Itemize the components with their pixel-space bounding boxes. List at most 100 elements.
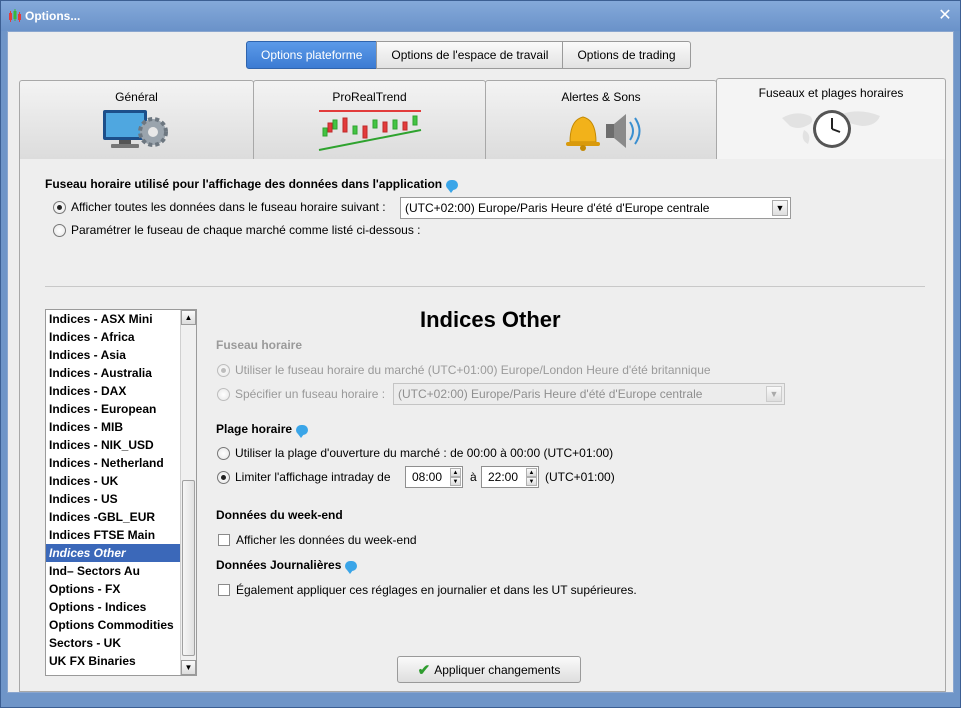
timezone-section-title-text: Fuseau horaire utilisé pour l'affichage … xyxy=(45,177,443,191)
help-bubble-icon[interactable] xyxy=(296,424,309,438)
market-list-item[interactable]: Ind– Sectors Au xyxy=(46,562,196,580)
dialog-client: Options plateforme Options de l'espace d… xyxy=(7,31,954,693)
tab-options-trading[interactable]: Options de trading xyxy=(562,41,691,69)
market-list[interactable]: Indices - ASX Mini Indices - Africa Indice… xyxy=(45,309,197,676)
option-fuseau-specify-label: Spécifier un fuseau horaire : xyxy=(235,387,386,401)
checkmark-icon: ✔ xyxy=(417,661,431,679)
tab-fuseaux-plages[interactable]: Fuseaux et plages horaires xyxy=(716,78,946,160)
tab-fuseaux-plages-label: Fuseaux et plages horaires xyxy=(758,86,904,100)
scroll-thumb[interactable] xyxy=(182,480,195,656)
market-list-item[interactable]: Indices - MIB xyxy=(46,418,196,436)
option-each-market-label: Paramétrer le fuseau de chaque marché co… xyxy=(71,223,421,237)
plage-from-value: 08:00 xyxy=(412,470,443,484)
option-fuseau-specify: Spécifier un fuseau horaire : xyxy=(217,387,385,401)
timezone-select-value: (UTC+02:00) Europe/Paris Heure d'été d'E… xyxy=(405,201,710,215)
option-fuseau-market-label: Utiliser le fuseau horaire du marché (UT… xyxy=(235,363,711,377)
radio-plage-limit[interactable] xyxy=(217,470,230,484)
tab-general-label: Général xyxy=(115,90,158,104)
weekend-checkbox[interactable] xyxy=(218,534,230,546)
trend-chart-icon xyxy=(318,110,421,151)
list-scrollbar[interactable]: ▲ ▼ xyxy=(180,310,196,675)
option-plage-open[interactable]: Utiliser la plage d'ouverture du marché … xyxy=(217,446,613,460)
fuseau-title: Fuseau horaire xyxy=(216,338,303,352)
plage-title-text: Plage horaire xyxy=(216,422,293,436)
apply-changes-label: Appliquer changements xyxy=(434,662,561,677)
title-bar: Options... ✕ xyxy=(1,1,960,31)
market-list-item[interactable]: Sectors - UK xyxy=(46,634,196,652)
spinner-up-icon[interactable]: ▲ xyxy=(450,468,461,477)
market-list-item[interactable]: Indices - European xyxy=(46,400,196,418)
tab-prorealtrend[interactable]: ProRealTrend xyxy=(253,80,486,160)
spinner-up-icon[interactable]: ▲ xyxy=(526,468,537,477)
plage-title: Plage horaire xyxy=(216,422,309,438)
divider xyxy=(45,286,925,287)
tab-alertes-sons-label: Alertes & Sons xyxy=(561,90,641,104)
market-list-item[interactable]: Indices - Africa xyxy=(46,328,196,346)
chevron-down-icon: ▼ xyxy=(766,386,782,402)
market-list-item[interactable]: Indices Other xyxy=(46,544,196,562)
tab-options-plateforme[interactable]: Options plateforme xyxy=(246,41,378,69)
window-title: Options... xyxy=(25,9,81,23)
tab-alertes-sons[interactable]: Alertes & Sons xyxy=(485,80,717,160)
option-fuseau-market: Utiliser le fuseau horaire du marché (UT… xyxy=(217,363,711,377)
daily-title: Données Journalières xyxy=(216,558,358,574)
tab-general[interactable]: Général xyxy=(19,80,254,160)
plage-timezone: (UTC+01:00) xyxy=(545,470,615,484)
market-list-items: Indices - ASX Mini Indices - Africa Indice… xyxy=(46,310,196,670)
close-icon[interactable]: ✕ xyxy=(936,7,954,25)
plage-to-spinner[interactable]: 22:00 ▲ ▼ xyxy=(481,466,539,488)
timezone-section-title: Fuseau horaire utilisé pour l'affichage … xyxy=(45,177,459,193)
computer-gear-icon xyxy=(102,110,168,148)
top-tab-bar: Options plateforme Options de l'espace d… xyxy=(246,41,691,69)
apply-changes-button[interactable]: ✔ Appliquer changements xyxy=(397,656,581,683)
weekend-title: Données du week-end xyxy=(216,508,343,522)
weekend-checkbox-label: Afficher les données du week-end xyxy=(236,533,417,547)
scroll-up-icon[interactable]: ▲ xyxy=(181,310,196,325)
plage-from-spinner[interactable]: 08:00 ▲ ▼ xyxy=(405,466,463,488)
market-list-item[interactable]: Indices - ASX Mini xyxy=(46,310,196,328)
market-list-item[interactable]: Options - FX xyxy=(46,580,196,598)
scroll-down-icon[interactable]: ▼ xyxy=(181,660,196,675)
spinner-down-icon[interactable]: ▼ xyxy=(526,477,537,486)
option-plage-limit[interactable]: Limiter l'affichage intraday de xyxy=(217,470,391,484)
market-list-item[interactable]: Indices - DAX xyxy=(46,382,196,400)
help-bubble-icon[interactable] xyxy=(446,179,459,193)
market-list-item[interactable]: Indices - UK xyxy=(46,472,196,490)
option-plage-limit-label: Limiter l'affichage intraday de xyxy=(235,470,391,484)
radio-all-timezone[interactable] xyxy=(53,200,66,214)
market-list-item[interactable]: UK FX Binaries xyxy=(46,652,196,670)
market-list-item[interactable]: Indices - Australia xyxy=(46,364,196,382)
option-each-market[interactable]: Paramétrer le fuseau de chaque marché co… xyxy=(53,223,421,237)
option-all-timezone-label: Afficher toutes les données dans le fuse… xyxy=(71,200,386,214)
option-all-timezone[interactable]: Afficher toutes les données dans le fuse… xyxy=(53,200,386,214)
daily-option[interactable]: Également appliquer ces réglages en jour… xyxy=(218,583,637,597)
options-window: Options... ✕ Options plateforme Options … xyxy=(0,0,961,708)
tab-options-espace-travail[interactable]: Options de l'espace de travail xyxy=(376,41,564,69)
detail-title: Indices Other xyxy=(420,307,561,332)
market-list-item[interactable]: Indices -GBL_EUR xyxy=(46,508,196,526)
daily-checkbox[interactable] xyxy=(218,584,230,596)
fuseau-specify-select-value: (UTC+02:00) Europe/Paris Heure d'été d'E… xyxy=(398,387,703,401)
tab-prorealtrend-label: ProRealTrend xyxy=(332,90,407,104)
radio-fuseau-specify xyxy=(217,387,230,401)
radio-each-market[interactable] xyxy=(53,223,66,237)
market-list-item[interactable]: Indices - NIK_USD xyxy=(46,436,196,454)
weekend-option[interactable]: Afficher les données du week-end xyxy=(218,533,417,547)
spinner-down-icon[interactable]: ▼ xyxy=(450,477,461,486)
market-list-item[interactable]: Indices - US xyxy=(46,490,196,508)
bell-speaker-icon xyxy=(566,114,641,151)
market-list-item[interactable]: Options Commodities xyxy=(46,616,196,634)
daily-title-text: Données Journalières xyxy=(216,558,342,572)
option-plage-open-label: Utiliser la plage d'ouverture du marché … xyxy=(235,446,614,460)
market-list-item[interactable]: Indices - Asia xyxy=(46,346,196,364)
help-bubble-icon[interactable] xyxy=(345,560,358,574)
timezone-panel: Fuseau horaire utilisé pour l'affichage … xyxy=(19,159,946,692)
timezone-select[interactable]: (UTC+02:00) Europe/Paris Heure d'été d'E… xyxy=(400,197,791,219)
market-list-item[interactable]: Indices FTSE Main xyxy=(46,526,196,544)
world-clock-icon xyxy=(782,110,880,148)
market-list-item[interactable]: Indices - Netherland xyxy=(46,454,196,472)
radio-plage-open[interactable] xyxy=(217,446,230,460)
plage-to-value: 22:00 xyxy=(488,470,519,484)
chevron-down-icon[interactable]: ▼ xyxy=(772,200,788,216)
market-list-item[interactable]: Options - Indices xyxy=(46,598,196,616)
